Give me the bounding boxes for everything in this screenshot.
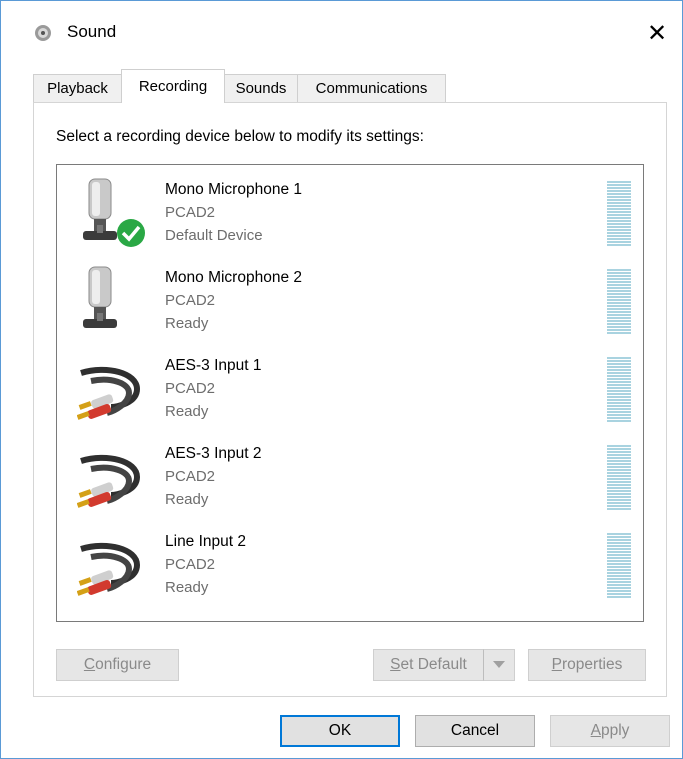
recording-panel: Select a recording device below to modif… bbox=[33, 102, 667, 697]
button-label: roperties bbox=[562, 656, 623, 673]
device-name: AES-3 Input 2 bbox=[165, 445, 262, 462]
rca-cable-icon bbox=[77, 542, 141, 596]
device-driver: PCAD2 bbox=[165, 468, 216, 485]
level-meter bbox=[607, 181, 631, 247]
list-item-device[interactable]: AES-3 Input 2 PCAD2 Ready bbox=[57, 433, 643, 521]
list-item-device[interactable]: AES-3 Input 1 PCAD2 Ready bbox=[57, 345, 643, 433]
button-label: OK bbox=[328, 722, 352, 739]
device-name: Line Input 2 bbox=[165, 533, 247, 550]
configure-button[interactable]: Configure bbox=[56, 649, 179, 681]
list-item-device[interactable]: Line Input 2 PCAD2 Ready bbox=[57, 521, 643, 609]
tab-sounds[interactable]: Sounds bbox=[224, 74, 298, 102]
device-status: Default Device bbox=[165, 227, 263, 244]
microphone-icon bbox=[83, 178, 145, 247]
device-status: Ready bbox=[165, 315, 209, 332]
cancel-button[interactable]: Cancel bbox=[415, 715, 535, 747]
rca-cable-icon bbox=[77, 454, 141, 508]
device-name: Mono Microphone 1 bbox=[165, 181, 302, 198]
set-default-dropdown[interactable] bbox=[483, 649, 515, 681]
microphone-icon bbox=[83, 266, 117, 328]
button-label: et Default bbox=[400, 656, 467, 673]
level-meter bbox=[607, 445, 631, 511]
accelerator-key: P bbox=[551, 656, 563, 673]
tab-recording[interactable]: Recording bbox=[121, 69, 225, 103]
device-list[interactable]: Mono Microphone 1 PCAD2 Default Device M… bbox=[56, 164, 644, 622]
device-driver: PCAD2 bbox=[165, 204, 216, 221]
accelerator-key: A bbox=[590, 722, 601, 739]
level-meter bbox=[607, 269, 631, 335]
device-status: Ready bbox=[165, 403, 209, 420]
close-button[interactable]: ✕ bbox=[635, 13, 679, 53]
device-driver: PCAD2 bbox=[165, 292, 216, 309]
default-check-badge bbox=[117, 219, 145, 247]
ok-button[interactable]: OK bbox=[280, 715, 400, 747]
tab-communications[interactable]: Communications bbox=[297, 74, 446, 102]
tab-label: Recording bbox=[138, 78, 208, 95]
button-label: pply bbox=[600, 722, 630, 739]
device-name: AES-3 Input 1 bbox=[165, 357, 262, 374]
device-driver: PCAD2 bbox=[165, 556, 216, 573]
speaker-icon bbox=[35, 25, 51, 41]
button-label: Cancel bbox=[450, 722, 500, 739]
set-default-button[interactable]: Set Default bbox=[373, 649, 484, 681]
window-title: Sound bbox=[67, 22, 117, 41]
rca-cable-icon bbox=[77, 366, 141, 420]
close-icon: ✕ bbox=[646, 19, 668, 47]
device-name: Mono Microphone 2 bbox=[165, 269, 302, 286]
title-bar: Sound ✕ bbox=[1, 1, 682, 63]
accelerator-key: S bbox=[390, 656, 401, 673]
tab-playback[interactable]: Playback bbox=[33, 74, 122, 102]
device-status: Ready bbox=[165, 491, 209, 508]
tab-label: Playback bbox=[47, 80, 108, 97]
tab-label: Communications bbox=[315, 80, 428, 97]
apply-button[interactable]: Apply bbox=[550, 715, 670, 747]
device-driver: PCAD2 bbox=[165, 380, 216, 397]
tab-label: Sounds bbox=[235, 80, 287, 97]
properties-button[interactable]: Properties bbox=[528, 649, 646, 681]
level-meter bbox=[607, 533, 631, 599]
list-item-device[interactable]: Mono Microphone 2 PCAD2 Ready bbox=[57, 257, 643, 345]
list-item-device[interactable]: Mono Microphone 1 PCAD2 Default Device bbox=[57, 169, 643, 257]
device-status: Ready bbox=[165, 579, 209, 596]
accelerator-key: C bbox=[83, 656, 96, 673]
level-meter bbox=[607, 357, 631, 423]
chevron-down-icon bbox=[493, 661, 505, 668]
instruction-text: Select a recording device below to modif… bbox=[56, 128, 424, 145]
button-label: onfigure bbox=[95, 656, 152, 673]
sound-dialog: Sound ✕ Playback Recording Sounds Commun… bbox=[0, 0, 683, 759]
set-default-split-button: Set Default bbox=[373, 649, 515, 681]
